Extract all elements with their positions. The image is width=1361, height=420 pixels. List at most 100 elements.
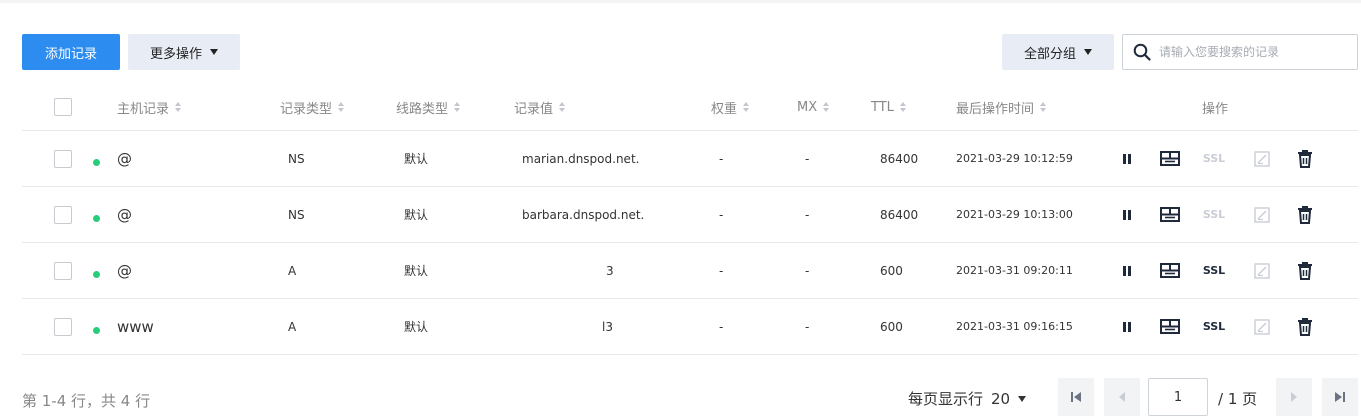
column-header-actions: 操作 bbox=[1202, 84, 1228, 130]
search-input[interactable] bbox=[1159, 45, 1339, 59]
column-header-ttl[interactable]: TTL bbox=[871, 84, 906, 130]
last-page-button[interactable] bbox=[1322, 378, 1358, 416]
row-checkbox[interactable] bbox=[54, 262, 72, 280]
column-header-type[interactable]: 记录类型 bbox=[280, 84, 345, 130]
sort-icon[interactable] bbox=[823, 102, 830, 112]
row-checkbox[interactable] bbox=[54, 206, 72, 224]
last-page-icon bbox=[1335, 392, 1345, 402]
group-button[interactable] bbox=[1159, 131, 1181, 186]
table-header: 主机记录 记录类型 线路类型 记录值 权重 MX TTL 最后操作时间 操作 bbox=[22, 84, 1358, 131]
group-table-icon bbox=[1160, 263, 1180, 278]
search-box[interactable] bbox=[1122, 34, 1358, 70]
group-table-icon bbox=[1160, 319, 1180, 334]
column-header-updated[interactable]: 最后操作时间 bbox=[956, 84, 1047, 130]
cell-mx: - bbox=[805, 263, 810, 278]
ssl-button-disabled[interactable]: SSL bbox=[1200, 131, 1228, 186]
cell-mx: - bbox=[805, 207, 810, 222]
column-label: 主机记录 bbox=[117, 101, 170, 117]
column-header-host[interactable]: 主机记录 bbox=[117, 84, 182, 130]
trash-icon bbox=[1298, 149, 1312, 168]
pause-icon bbox=[1123, 153, 1131, 164]
cell-type: A bbox=[288, 263, 297, 278]
group-table-icon bbox=[1160, 151, 1180, 166]
next-page-icon bbox=[1291, 392, 1297, 402]
cell-host: @ bbox=[117, 205, 132, 224]
delete-button[interactable] bbox=[1295, 243, 1315, 298]
page-number-input[interactable]: 1 bbox=[1148, 378, 1208, 416]
prev-page-button[interactable] bbox=[1104, 378, 1140, 416]
more-actions-label: 更多操作 bbox=[149, 46, 202, 62]
row-checkbox[interactable] bbox=[54, 150, 72, 168]
pause-button[interactable] bbox=[1118, 187, 1136, 242]
page-size-value: 20 bbox=[991, 389, 1011, 408]
cell-value: marian.dnspod.net. bbox=[522, 151, 640, 166]
ssl-button[interactable]: SSL bbox=[1200, 299, 1228, 354]
all-groups-dropdown[interactable]: 全部分组 bbox=[1002, 34, 1114, 70]
next-page-button[interactable] bbox=[1276, 378, 1312, 416]
more-actions-button[interactable]: 更多操作 bbox=[128, 34, 240, 70]
cell-weight: - bbox=[719, 151, 724, 166]
column-label: 线路类型 bbox=[396, 101, 449, 117]
column-header-weight[interactable]: 权重 bbox=[711, 84, 750, 130]
select-all-checkbox[interactable] bbox=[54, 98, 72, 116]
cell-value: 3 bbox=[606, 263, 614, 278]
row-checkbox[interactable] bbox=[54, 318, 72, 336]
all-groups-label: 全部分组 bbox=[1023, 46, 1076, 62]
cell-value: barbara.dnspod.net. bbox=[522, 207, 645, 222]
column-header-mx[interactable]: MX bbox=[797, 84, 830, 130]
ssl-button[interactable]: SSL bbox=[1200, 243, 1228, 298]
group-button[interactable] bbox=[1159, 187, 1181, 242]
edit-icon bbox=[1254, 150, 1270, 167]
cell-line: 默认 bbox=[404, 320, 429, 334]
cell-updated: 2021-03-29 10:12:59 bbox=[956, 152, 1073, 165]
group-table-icon bbox=[1160, 207, 1180, 222]
status-enabled-dot bbox=[93, 271, 100, 278]
pause-icon bbox=[1123, 321, 1131, 332]
cell-value: l3 bbox=[602, 319, 613, 334]
pause-button[interactable] bbox=[1118, 131, 1136, 186]
pagination-summary: 第 1-4 行，共 4 行 bbox=[22, 392, 151, 410]
sort-icon[interactable] bbox=[899, 102, 906, 112]
trash-icon bbox=[1298, 317, 1312, 336]
group-button[interactable] bbox=[1159, 299, 1181, 354]
delete-button[interactable] bbox=[1295, 131, 1315, 186]
cell-weight: - bbox=[719, 263, 724, 278]
column-label: 最后操作时间 bbox=[956, 101, 1035, 117]
cell-weight: - bbox=[719, 319, 724, 334]
prev-page-icon bbox=[1119, 392, 1125, 402]
edit-button-disabled[interactable] bbox=[1252, 187, 1272, 242]
column-label: 记录值 bbox=[514, 101, 554, 117]
cell-mx: - bbox=[805, 319, 810, 334]
cell-updated: 2021-03-31 09:20:11 bbox=[956, 264, 1073, 277]
edit-button-disabled[interactable] bbox=[1252, 299, 1272, 354]
add-record-button[interactable]: 添加记录 bbox=[22, 34, 120, 70]
cell-host: @ bbox=[117, 149, 132, 168]
delete-button[interactable] bbox=[1295, 187, 1315, 242]
sort-icon[interactable] bbox=[1040, 102, 1047, 112]
page-size-selector[interactable]: 每页显示行 20 bbox=[908, 388, 1027, 409]
sort-icon[interactable] bbox=[175, 102, 182, 112]
edit-button-disabled[interactable] bbox=[1252, 131, 1272, 186]
sort-icon[interactable] bbox=[559, 102, 566, 112]
cell-host: www bbox=[117, 317, 154, 336]
delete-button[interactable] bbox=[1295, 299, 1315, 354]
group-button[interactable] bbox=[1159, 243, 1181, 298]
column-label: 记录类型 bbox=[280, 101, 333, 117]
sort-icon[interactable] bbox=[743, 102, 750, 112]
column-header-line[interactable]: 线路类型 bbox=[396, 84, 461, 130]
sort-icon[interactable] bbox=[454, 102, 461, 112]
ssl-button-disabled[interactable]: SSL bbox=[1200, 187, 1228, 242]
first-page-button[interactable] bbox=[1058, 378, 1094, 416]
status-enabled-dot bbox=[93, 327, 100, 334]
edit-button-disabled[interactable] bbox=[1252, 243, 1272, 298]
column-label: 权重 bbox=[711, 101, 738, 117]
pause-icon bbox=[1123, 209, 1131, 220]
caret-down-icon bbox=[210, 49, 218, 55]
sort-icon[interactable] bbox=[338, 102, 345, 112]
pause-button[interactable] bbox=[1118, 243, 1136, 298]
caret-down-icon bbox=[1018, 395, 1027, 402]
pause-button[interactable] bbox=[1118, 299, 1136, 354]
cell-type: NS bbox=[288, 151, 305, 166]
cell-ttl: 86400 bbox=[880, 151, 919, 166]
column-header-value[interactable]: 记录值 bbox=[514, 84, 566, 130]
